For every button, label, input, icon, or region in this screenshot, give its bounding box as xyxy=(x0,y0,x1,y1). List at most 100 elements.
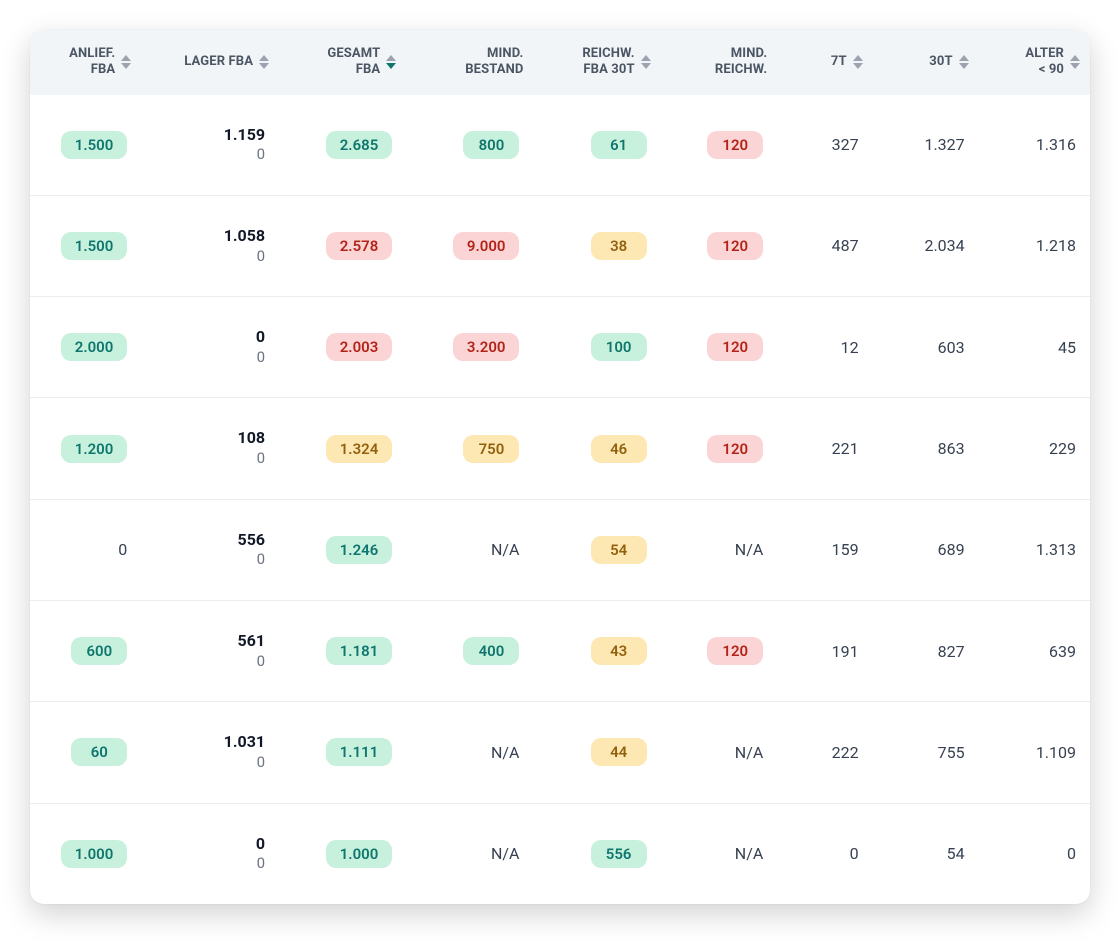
table-cell: 43 xyxy=(533,600,660,701)
cell-t7: 327 xyxy=(832,135,859,154)
table-cell: 108 0 xyxy=(141,398,279,499)
table-row: 1.200 108 0 1.32475046120221863229 xyxy=(30,398,1090,499)
cell-reichw-badge: 61 xyxy=(591,131,647,159)
cell-lager-primary: 0 xyxy=(147,834,265,855)
column-header-t30[interactable]: 30T xyxy=(873,30,979,95)
table-cell: 2.000 xyxy=(30,297,141,398)
column-header-mindbest: MIND. BESTAND xyxy=(406,30,533,95)
column-header-anlief[interactable]: ANLIEF. FBA xyxy=(30,30,141,95)
table-row: 1.500 1.159 0 2.685800611203271.3271.316 xyxy=(30,95,1090,196)
cell-lager: 1.031 0 xyxy=(147,732,265,772)
column-header-alter[interactable]: ALTER < 90 xyxy=(979,30,1090,95)
cell-t7: 0 xyxy=(850,844,859,863)
column-label: GESAMT FBA xyxy=(327,46,380,79)
table-cell: 639 xyxy=(979,600,1090,701)
column-label: 30T xyxy=(929,54,952,70)
table-cell: 222 xyxy=(777,702,872,803)
cell-alter: 0 xyxy=(1067,844,1076,863)
table-cell: 12 xyxy=(777,297,872,398)
table-cell: 221 xyxy=(777,398,872,499)
cell-gesamt-badge: 1.111 xyxy=(326,738,393,766)
cell-mindbest-badge: 750 xyxy=(463,435,519,463)
table-cell: 0 0 xyxy=(141,297,279,398)
cell-t7: 12 xyxy=(841,338,859,357)
table-cell: 1.324 xyxy=(279,398,406,499)
column-header-gesamt[interactable]: GESAMT FBA xyxy=(279,30,406,95)
column-header-t7[interactable]: 7T xyxy=(777,30,872,95)
table-cell: 1.031 0 xyxy=(141,702,279,803)
table-cell: 1.327 xyxy=(873,95,979,196)
cell-mindrw-badge: 120 xyxy=(707,333,763,361)
table-cell: 1.500 xyxy=(30,195,141,296)
column-label: ANLIEF. FBA xyxy=(69,46,115,79)
table-cell: 0 xyxy=(777,803,872,904)
column-header-reichw[interactable]: REICHW. FBA 30T xyxy=(533,30,660,95)
table-cell: 191 xyxy=(777,600,872,701)
table-cell: 755 xyxy=(873,702,979,803)
table-cell: 120 xyxy=(661,398,778,499)
column-label: ALTER < 90 xyxy=(1025,46,1064,79)
table-cell: N/A xyxy=(406,803,533,904)
table-header-row: ANLIEF. FBA LAGER FBA GESAMT FBA MIND. B… xyxy=(30,30,1090,95)
cell-anlief-badge: 1.500 xyxy=(61,131,128,159)
table-cell: 1.111 xyxy=(279,702,406,803)
table-cell: 556 0 xyxy=(141,499,279,600)
table-cell: 603 xyxy=(873,297,979,398)
table-cell: 45 xyxy=(979,297,1090,398)
cell-t30: 54 xyxy=(947,844,965,863)
table-cell: 46 xyxy=(533,398,660,499)
sort-icon xyxy=(1070,55,1080,69)
cell-lager-secondary: 0 xyxy=(147,753,265,773)
cell-mindbest: N/A xyxy=(491,743,519,762)
cell-lager-secondary: 0 xyxy=(147,145,265,165)
table-cell: 2.003 xyxy=(279,297,406,398)
cell-lager-primary: 108 xyxy=(147,428,265,449)
table-cell: 1.181 xyxy=(279,600,406,701)
table-cell: N/A xyxy=(661,702,778,803)
cell-lager-primary: 1.031 xyxy=(147,732,265,753)
table-row: 1.000 0 0 1.000N/A556N/A0540 xyxy=(30,803,1090,904)
table-cell: 0 0 xyxy=(141,803,279,904)
cell-reichw-badge: 100 xyxy=(591,333,647,361)
table-cell: 689 xyxy=(873,499,979,600)
sort-icon xyxy=(959,55,969,69)
cell-gesamt-badge: 1.246 xyxy=(326,536,393,564)
table-cell: 100 xyxy=(533,297,660,398)
column-label: LAGER FBA xyxy=(184,54,253,70)
cell-lager-secondary: 0 xyxy=(147,449,265,469)
cell-lager-secondary: 0 xyxy=(147,550,265,570)
table-cell: 9.000 xyxy=(406,195,533,296)
cell-t7: 487 xyxy=(832,236,859,255)
cell-mindrw-badge: 120 xyxy=(707,637,763,665)
cell-gesamt-badge: 1.181 xyxy=(326,637,393,665)
cell-t30: 827 xyxy=(938,642,965,661)
cell-gesamt-badge: 2.685 xyxy=(326,131,393,159)
cell-lager-secondary: 0 xyxy=(147,652,265,672)
cell-lager-secondary: 0 xyxy=(147,854,265,874)
cell-reichw-badge: 38 xyxy=(591,232,647,260)
column-label: 7T xyxy=(831,54,847,70)
table-cell: 44 xyxy=(533,702,660,803)
cell-lager: 0 0 xyxy=(147,327,265,367)
cell-t30: 863 xyxy=(938,439,965,458)
table-cell: 1.058 0 xyxy=(141,195,279,296)
cell-lager-primary: 0 xyxy=(147,327,265,348)
table-cell: 1.200 xyxy=(30,398,141,499)
cell-t7: 159 xyxy=(832,540,859,559)
column-header-lager[interactable]: LAGER FBA xyxy=(141,30,279,95)
table-cell: 0 xyxy=(30,499,141,600)
cell-alter: 1.109 xyxy=(1036,743,1076,762)
table-cell: 120 xyxy=(661,95,778,196)
table-cell: 561 0 xyxy=(141,600,279,701)
cell-mindbest-badge: 800 xyxy=(463,131,519,159)
table-cell: 1.000 xyxy=(30,803,141,904)
cell-anlief-badge: 600 xyxy=(71,637,127,665)
table-cell: 1.109 xyxy=(979,702,1090,803)
cell-reichw-badge: 43 xyxy=(591,637,647,665)
table-cell: 827 xyxy=(873,600,979,701)
column-label: REICHW. FBA 30T xyxy=(582,46,634,79)
cell-lager: 1.159 0 xyxy=(147,125,265,165)
table-cell: 800 xyxy=(406,95,533,196)
table-cell: 400 xyxy=(406,600,533,701)
cell-anlief-badge: 1.500 xyxy=(61,232,128,260)
